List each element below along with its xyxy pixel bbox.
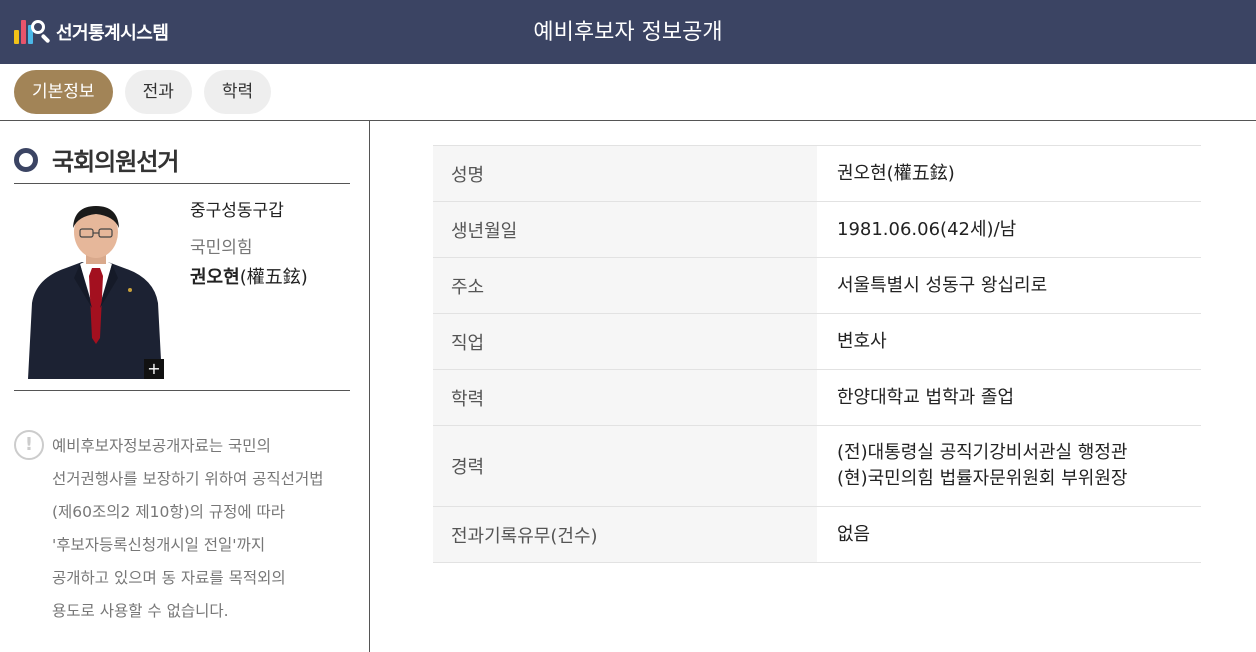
table-row: 생년월일 1981.06.06(42세)/남 [433,201,1201,258]
table-row: 학력 한양대학교 법학과 졸업 [433,369,1201,426]
tab-basic-info[interactable]: 기본정보 [14,70,113,114]
row-value: 없음 [817,506,1201,563]
row-label: 생년월일 [433,201,817,258]
page-title: 예비후보자 정보공개 [533,20,723,45]
candidate-district: 중구성동구갑 [190,201,284,221]
table-row: 경력 (전)대통령실 공직기강비서관실 행정관 (현)국민의힘 법률자문위원회 … [433,425,1201,507]
notice-text: 예비후보자정보공개자료는 국민의 선거권행사를 보장하기 위하여 공직선거법 (… [52,430,352,628]
divider [14,183,350,184]
candidate-party: 국민의힘 [190,238,253,258]
row-label: 성명 [433,145,817,202]
tab-education[interactable]: 학력 [203,70,272,114]
row-value: 서울특별시 성동구 왕십리로 [817,257,1201,314]
row-label: 경력 [433,425,817,507]
table-row: 직업 변호사 [433,313,1201,370]
table-row: 성명 권오현(權五鉉) [433,145,1201,202]
divider [14,390,350,391]
divider-vertical [369,121,370,652]
exclamation-icon: ! [14,430,44,460]
notice-line: 선거권행사를 보장하기 위하여 공직선거법 [52,470,324,488]
election-heading: 국회의원선거 [14,142,179,177]
tab-criminal-record[interactable]: 전과 [124,70,192,114]
divider-horizontal [0,120,1256,121]
row-label: 전과기록유무(건수) [433,506,817,563]
candidate-name: 권오현 [190,267,240,288]
table-row: 전과기록유무(건수) 없음 [433,506,1201,563]
row-label: 학력 [433,369,817,426]
row-value: 한양대학교 법학과 졸업 [817,369,1201,426]
career-line: (현)국민의힘 법률자문위원회 부위원장 [837,468,1128,489]
career-line: (전)대통령실 공직기강비서관실 행정관 [837,442,1128,463]
row-value: 1981.06.06(42세)/남 [817,201,1201,258]
notice-line: 예비후보자정보공개자료는 국민의 [52,437,271,455]
notice-line: 공개하고 있으며 동 자료를 목적외의 [52,569,286,587]
notice-line: (제60조의2 제10항)의 규정에 따라 [52,503,286,521]
notice-line: 용도로 사용할 수 없습니다. [52,602,229,620]
row-label: 직업 [433,313,817,370]
notice-line: '후보자등록신청개시일 전일'까지 [52,536,266,554]
row-label: 주소 [433,257,817,314]
candidate-name-line: 권오현(權五鉉) [190,263,308,289]
tab-bar: 기본정보 전과 학력 [14,70,272,114]
top-bar: 선거통계시스템 예비후보자 정보공개 [0,0,1256,64]
row-value: (전)대통령실 공직기강비서관실 행정관 (현)국민의힘 법률자문위원회 부위원… [817,425,1201,507]
row-value: 변호사 [817,313,1201,370]
election-title: 국회의원선거 [52,148,179,176]
candidate-info-table: 성명 권오현(權五鉉) 생년월일 1981.06.06(42세)/남 주소 서울… [433,145,1201,563]
table-row: 주소 서울특별시 성동구 왕십리로 [433,257,1201,314]
row-value: 권오현(權五鉉) [817,145,1201,202]
candidate-name-hanja: (權五鉉) [239,267,308,288]
plus-icon[interactable]: + [144,359,164,379]
candidate-photo[interactable]: + [26,198,164,379]
ring-icon [14,147,38,172]
